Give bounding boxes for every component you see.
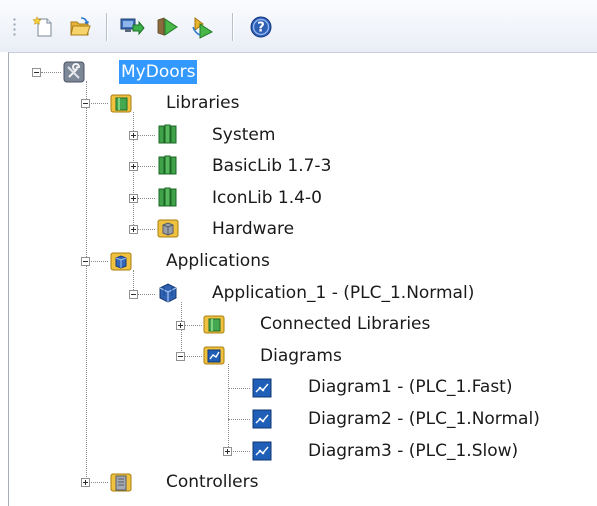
tree-node-diagram-1[interactable]: Diagram1 - (PLC_1.Fast)	[306, 375, 514, 399]
tree-connector	[136, 198, 155, 199]
tree-node-iconlib[interactable]: IconLib 1.4-0	[210, 186, 324, 210]
tree-node-mydoors[interactable]: MyDoors	[119, 60, 198, 84]
toolbar: ?	[0, 0, 597, 52]
library-books-icon	[158, 187, 177, 207]
tree-connector	[136, 294, 155, 295]
library-folder-icon	[110, 94, 132, 113]
run-step-icon	[192, 17, 213, 39]
project-tools-icon	[63, 61, 85, 83]
tree-node-controllers[interactable]: Controllers	[164, 470, 260, 494]
tree-connector	[89, 482, 108, 483]
tree-node-application-1[interactable]: Application_1 - (PLC_1.Normal)	[210, 281, 476, 305]
application-cube-icon	[159, 283, 177, 303]
tree-connector	[231, 451, 250, 452]
tree-node-diagram-3[interactable]: Diagram3 - (PLC_1.Slow)	[306, 439, 520, 463]
run-icon	[157, 17, 178, 36]
expander-system[interactable]	[129, 131, 138, 140]
toolbar-grip[interactable]	[13, 17, 16, 37]
tree-connector	[184, 325, 202, 326]
diagram-icon	[252, 378, 272, 398]
project-tree: MyDoors Libraries System BasicLib 1.7-3	[9, 53, 597, 506]
svg-text:?: ?	[257, 21, 265, 36]
tree-connector	[136, 229, 155, 230]
toolbar-separator	[106, 13, 107, 41]
expander-diagram-3[interactable]	[223, 447, 232, 456]
new-file-icon	[32, 16, 52, 37]
expander-iconlib[interactable]	[129, 194, 138, 203]
tree-connector	[86, 81, 87, 481]
expander-connected-libraries[interactable]	[176, 321, 185, 330]
new-file-button[interactable]	[30, 13, 58, 41]
tree-node-connected-libraries[interactable]: Connected Libraries	[258, 312, 432, 336]
project-tree-panel[interactable]: MyDoors Libraries System BasicLib 1.7-3	[8, 52, 597, 506]
diagram-icon	[252, 441, 272, 461]
expander-controllers[interactable]	[81, 478, 90, 487]
applications-folder-icon	[110, 252, 132, 271]
tree-node-system[interactable]: System	[210, 123, 277, 147]
download-icon	[120, 18, 145, 36]
run-button[interactable]	[154, 13, 182, 41]
diagrams-folder-icon	[203, 346, 225, 365]
tree-node-applications[interactable]: Applications	[164, 249, 272, 273]
tree-connector	[228, 419, 250, 420]
tree-node-diagrams[interactable]: Diagrams	[258, 344, 344, 368]
tree-connector	[89, 103, 108, 104]
library-books-icon	[158, 124, 177, 144]
tree-connector	[184, 356, 202, 357]
expander-application-1[interactable]	[129, 290, 138, 299]
tree-connector	[89, 261, 108, 262]
expander-hardware[interactable]	[129, 225, 138, 234]
tree-node-diagram-2[interactable]: Diagram2 - (PLC_1.Normal)	[306, 407, 542, 431]
diagram-icon	[252, 409, 272, 429]
tree-node-basiclib[interactable]: BasicLib 1.7-3	[210, 154, 333, 178]
open-folder-icon	[70, 17, 91, 36]
tree-connector	[136, 135, 155, 136]
toolbar-separator	[232, 13, 233, 41]
run-step-button[interactable]	[190, 13, 218, 41]
tree-connector	[228, 388, 250, 389]
tree-connector	[228, 364, 229, 451]
open-button[interactable]	[66, 13, 94, 41]
help-icon: ?	[250, 16, 272, 38]
tree-node-libraries[interactable]: Libraries	[164, 91, 241, 115]
library-folder-icon	[203, 315, 225, 334]
expander-applications[interactable]	[81, 257, 90, 266]
tree-connector	[136, 166, 155, 167]
tree-connector	[41, 72, 61, 73]
help-button[interactable]: ?	[247, 13, 275, 41]
expander-diagrams[interactable]	[176, 352, 185, 361]
hardware-folder-icon	[157, 219, 179, 238]
controllers-folder-icon	[110, 473, 132, 492]
tree-node-hardware[interactable]: Hardware	[210, 217, 296, 241]
expander-libraries[interactable]	[81, 99, 90, 108]
library-books-icon	[158, 155, 177, 175]
download-button[interactable]	[118, 13, 146, 41]
expander-basiclib[interactable]	[129, 162, 138, 171]
expander-mydoors[interactable]	[32, 68, 41, 77]
